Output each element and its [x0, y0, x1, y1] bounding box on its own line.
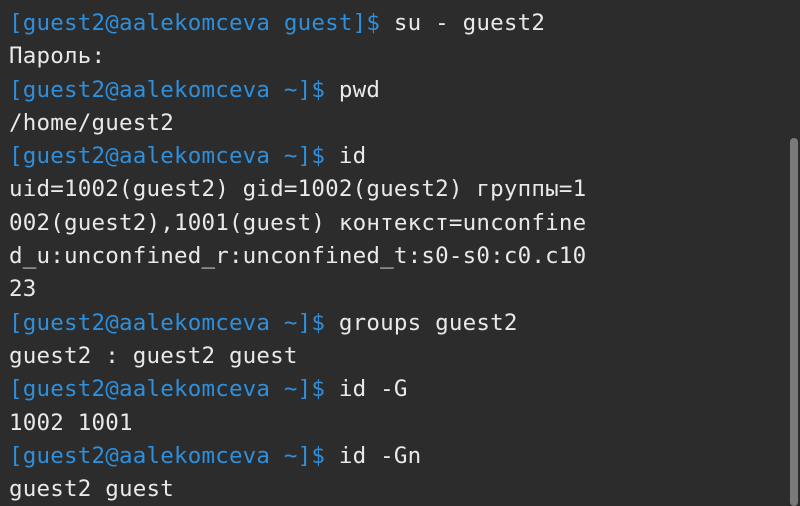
shell-prompt: [guest2@aalekomceva ~]$ [9, 309, 339, 336]
shell-command: groups guest2 [338, 309, 518, 336]
command-output: /home/guest2 [9, 109, 174, 136]
terminal-line-14: [guest2@aalekomceva ~]$ id -Gn [9, 440, 784, 473]
command-output: guest2 : guest2 guest [9, 342, 298, 369]
command-output: 23 [9, 276, 37, 303]
terminal-line-4: /home/guest2 [9, 107, 784, 140]
command-output: Пароль: [9, 43, 106, 70]
command-output: 1002 1001 [9, 409, 133, 436]
terminal-output: [guest2@aalekomceva guest]$ su - guest2 … [9, 7, 784, 506]
command-output: guest2 guest [9, 476, 174, 503]
terminal-line-9: 23 [9, 273, 784, 306]
terminal-line-7: 002(guest2),1001(guest) контекст=unconfi… [9, 207, 784, 240]
terminal-line-2: Пароль: [9, 40, 784, 73]
shell-prompt: [guest2@aalekomceva ~]$ [9, 143, 339, 170]
command-output: 002(guest2),1001(guest) контекст=unconfi… [9, 209, 587, 236]
shell-prompt: [guest2@aalekomceva ~]$ [9, 376, 339, 403]
terminal-line-1: [guest2@aalekomceva guest]$ su - guest2 [9, 7, 784, 40]
terminal-line-13: 1002 1001 [9, 407, 784, 440]
shell-prompt: [guest2@aalekomceva guest]$ [9, 10, 394, 36]
terminal-line-8: d_u:unconfined_r:unconfined_t:s0-s0:c0.c… [9, 240, 784, 273]
terminal-line-3: [guest2@aalekomceva ~]$ pwd [9, 74, 784, 107]
terminal-line-12: [guest2@aalekomceva ~]$ id -G [9, 373, 784, 406]
scrollbar-thumb[interactable] [790, 138, 798, 506]
command-output: uid=1002(guest2) gid=1002(guest2) группы… [9, 176, 587, 203]
terminal-line-15: guest2 guest [9, 473, 784, 506]
terminal-line-11: guest2 : guest2 guest [9, 340, 784, 373]
terminal-line-6: uid=1002(guest2) gid=1002(guest2) группы… [9, 173, 784, 206]
command-output: d_u:unconfined_r:unconfined_t:s0-s0:c0.c… [9, 243, 587, 270]
terminal-line-5: [guest2@aalekomceva ~]$ id [9, 140, 784, 173]
shell-command: pwd [338, 76, 381, 103]
shell-prompt: [guest2@aalekomceva ~]$ [9, 442, 339, 469]
shell-prompt: [guest2@aalekomceva ~]$ [9, 76, 339, 103]
terminal-line-10: [guest2@aalekomceva ~]$ groups guest2 [9, 307, 784, 340]
shell-command: su - guest2 [393, 10, 546, 36]
terminal-window[interactable]: [guest2@aalekomceva guest]$ su - guest2 … [0, 0, 800, 506]
shell-command: id -G [338, 376, 408, 403]
shell-command: id -Gn [338, 442, 422, 469]
scrollbar[interactable] [786, 0, 800, 506]
shell-command: id [338, 143, 367, 170]
